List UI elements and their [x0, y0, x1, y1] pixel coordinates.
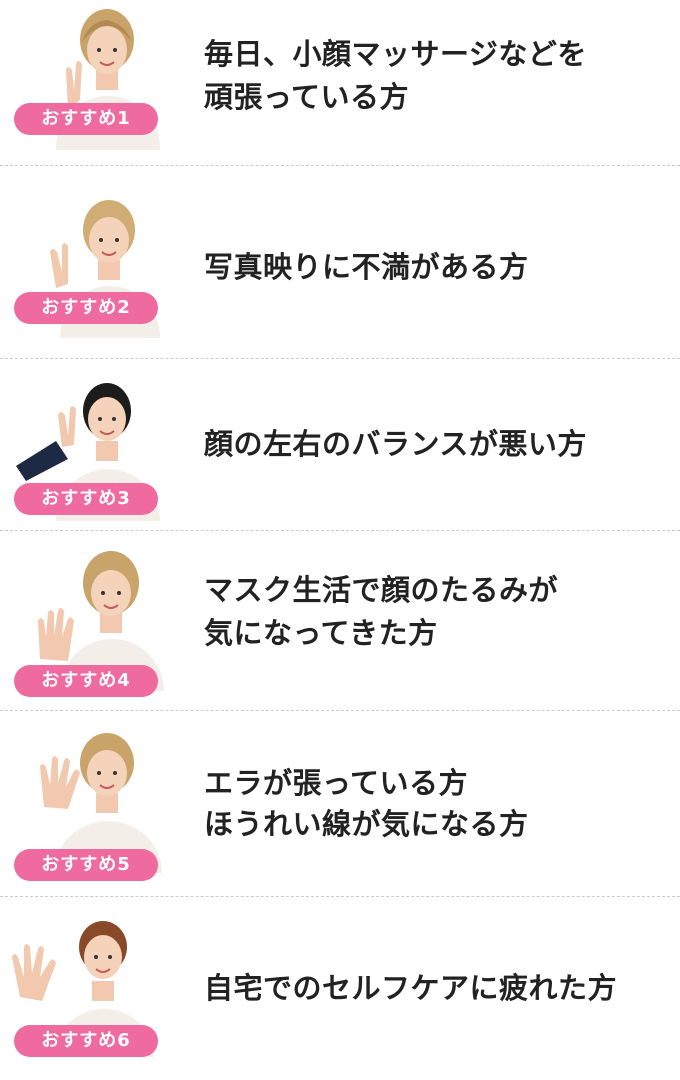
- recommendation-badge: おすすめ5: [14, 849, 158, 881]
- recommendation-text-line: 頑張っている方: [204, 79, 410, 114]
- recommendation-text-line: 写真映りに不満がある方: [204, 250, 529, 284]
- recommendation-badge: おすすめ1: [14, 103, 158, 135]
- recommendation-badge: おすすめ3: [14, 483, 158, 515]
- recommendation-item-3: おすすめ3 顔の左右のバランスが悪い方: [0, 358, 680, 531]
- recommendation-text: マスク生活で顔のたるみが 気になってきた方: [204, 569, 670, 655]
- recommendation-item-5: おすすめ5 エラが張っている方 ほうれい線が気になる方: [0, 710, 680, 897]
- recommendation-badge: おすすめ4: [14, 665, 158, 697]
- recommendation-text-line: ほうれい線が気になる方: [204, 807, 529, 842]
- recommendation-text: 顔の左右のバランスが悪い方: [204, 423, 670, 466]
- recommendation-text-line: エラが張っている方: [204, 766, 469, 800]
- recommendation-text-line: マスク生活で顔のたるみが: [204, 573, 559, 607]
- recommendation-item-4: おすすめ4 マスク生活で顔のたるみが 気になってきた方: [0, 530, 680, 711]
- recommendation-badge: おすすめ2: [14, 292, 158, 324]
- recommendation-text: 写真映りに不満がある方: [204, 246, 670, 289]
- recommendation-item-6: おすすめ6 自宅でのセルフケアに疲れた方: [0, 896, 680, 1080]
- recommendation-text: エラが張っている方 ほうれい線が気になる方: [204, 763, 670, 845]
- recommendation-text-line: 自宅でのセルフケアに疲れた方: [204, 971, 618, 1005]
- recommendation-item-1: おすすめ1 毎日、小顔マッサージなどを 頑張っている方: [0, 0, 680, 165]
- recommendation-text-line: 気になってきた方: [204, 615, 438, 650]
- recommendation-text: 毎日、小顔マッサージなどを 頑張っている方: [204, 33, 670, 119]
- recommendation-badge: おすすめ6: [14, 1025, 158, 1057]
- recommendation-text: 自宅でのセルフケアに疲れた方: [204, 967, 670, 1010]
- recommendation-item-2: おすすめ2 写真映りに不満がある方: [0, 165, 680, 359]
- recommendation-text-line: 顔の左右のバランスが悪い方: [204, 427, 587, 461]
- recommendation-text-line: 毎日、小顔マッサージなどを: [204, 37, 587, 71]
- recommendation-list: おすすめ1 毎日、小顔マッサージなどを 頑張っている方 おすすめ2 写真映りに不…: [0, 0, 680, 1080]
